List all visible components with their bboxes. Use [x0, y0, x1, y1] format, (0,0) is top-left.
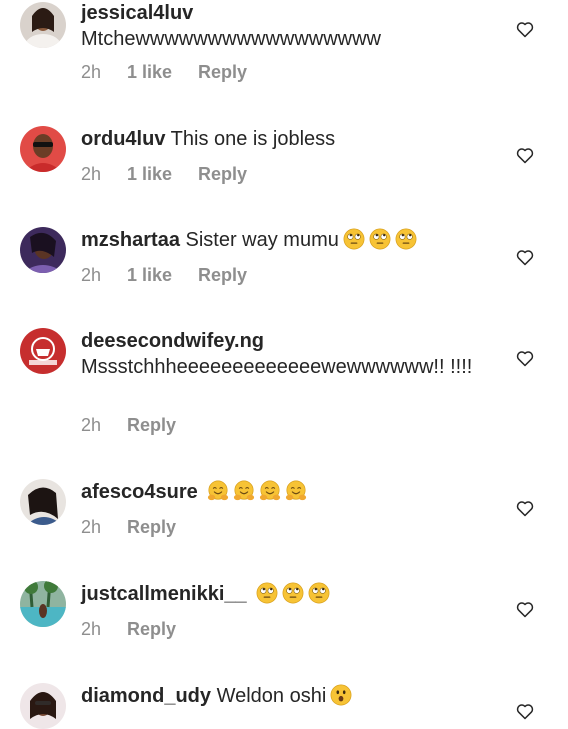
avatar[interactable] — [20, 126, 66, 172]
comment-body: deesecondwifey.ng Mssstchhheeeeeeeeeeeee… — [81, 328, 491, 380]
comment-body: diamond_udy Weldon oshi — [81, 683, 491, 709]
emoji-group — [203, 480, 307, 503]
comment-time: 2h — [81, 62, 102, 82]
comment-text: This one is jobless — [170, 128, 336, 150]
comment-username[interactable]: mzshartaa — [81, 229, 180, 251]
comment-meta: 2h 1 like Reply — [81, 164, 247, 185]
comment-time: 2h — [81, 517, 102, 537]
avatar[interactable] — [20, 683, 66, 729]
comment-body: mzshartaa Sister way mumu — [81, 227, 491, 253]
emoji-group — [326, 684, 352, 707]
comment-likes[interactable]: 1 like — [127, 62, 172, 83]
comment-text: Sister way mumu — [185, 229, 339, 251]
reply-button[interactable]: Reply — [127, 517, 176, 538]
comment-username[interactable]: deesecondwifey.ng — [81, 330, 264, 352]
avatar[interactable] — [20, 581, 66, 627]
hugging-emoji-icon — [259, 480, 281, 502]
rolling-eyes-emoji-icon — [343, 228, 365, 250]
emoji-group — [252, 582, 330, 605]
rolling-eyes-emoji-icon — [256, 582, 278, 604]
comment-meta: 2h 1 like Reply — [81, 62, 247, 83]
reply-button[interactable]: Reply — [198, 265, 247, 286]
comment-username[interactable]: justcallmenikki__ — [81, 583, 247, 605]
comment-time: 2h — [81, 164, 102, 184]
astonished-emoji-icon — [330, 684, 352, 706]
rolling-eyes-emoji-icon — [308, 582, 330, 604]
comment-username[interactable]: diamond_udy — [81, 685, 211, 707]
avatar[interactable] — [20, 479, 66, 525]
hugging-emoji-icon — [207, 480, 229, 502]
hugging-emoji-icon — [285, 480, 307, 502]
heart-icon[interactable] — [515, 348, 535, 368]
comment-body: ordu4luv This one is jobless — [81, 126, 491, 152]
comment-meta: 2h Reply — [81, 619, 176, 640]
heart-icon[interactable] — [515, 599, 535, 619]
comment-text: Weldon oshi — [216, 685, 327, 707]
avatar[interactable] — [20, 227, 66, 273]
comment-text: Mssstchhheeeeeeeeeeeeewewwwwww!! !!!! — [81, 356, 473, 378]
reply-button[interactable]: Reply — [198, 164, 247, 185]
comment-time: 2h — [81, 619, 102, 639]
avatar[interactable] — [20, 2, 66, 48]
avatar[interactable] — [20, 328, 66, 374]
comment-meta: 2h Reply — [81, 415, 176, 436]
hugging-emoji-icon — [233, 480, 255, 502]
reply-button[interactable]: Reply — [198, 62, 247, 83]
reply-button[interactable]: Reply — [127, 619, 176, 640]
heart-icon[interactable] — [515, 498, 535, 518]
heart-icon[interactable] — [515, 701, 535, 721]
comment-meta: 2h Reply — [81, 517, 176, 538]
comment-time: 2h — [81, 415, 102, 435]
comment-text: Mtchewwwwwwwwwwwwwwwww — [81, 28, 381, 50]
comment-body: afesco4sure — [81, 479, 491, 505]
emoji-group — [339, 228, 417, 251]
rolling-eyes-emoji-icon — [369, 228, 391, 250]
comment-meta: 2h 1 like Reply — [81, 265, 247, 286]
rolling-eyes-emoji-icon — [282, 582, 304, 604]
rolling-eyes-emoji-icon — [395, 228, 417, 250]
comment-body: jessical4luv Mtchewwwwwwwwwwwwwwwww — [81, 0, 491, 52]
comment-username[interactable]: jessical4luv — [81, 2, 193, 24]
heart-icon[interactable] — [515, 145, 535, 165]
comment-username[interactable]: afesco4sure — [81, 481, 198, 503]
comment-username[interactable]: ordu4luv — [81, 128, 165, 150]
comment-body: justcallmenikki__ — [81, 581, 491, 607]
reply-button[interactable]: Reply — [127, 415, 176, 436]
comment-likes[interactable]: 1 like — [127, 265, 172, 286]
comment-time: 2h — [81, 265, 102, 285]
comment-likes[interactable]: 1 like — [127, 164, 172, 185]
heart-icon[interactable] — [515, 247, 535, 267]
heart-icon[interactable] — [515, 19, 535, 39]
